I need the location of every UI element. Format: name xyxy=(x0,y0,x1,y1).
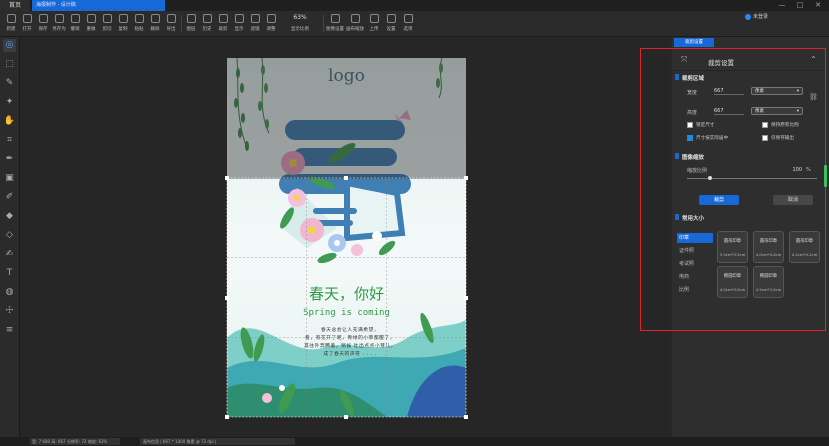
crop-handle-top-right[interactable] xyxy=(464,176,468,180)
crop-handle-left[interactable] xyxy=(225,296,229,300)
crop-frame[interactable] xyxy=(225,176,469,420)
canvas-icon xyxy=(350,14,360,23)
toolbar-separator xyxy=(181,15,182,32)
toolbar-layers-button[interactable]: 图层 xyxy=(184,13,198,32)
layers-icon xyxy=(186,14,196,23)
image-icon xyxy=(330,14,340,23)
eyedropper-tool-icon[interactable]: ✒ xyxy=(3,153,16,166)
toolbar-save-button[interactable]: 保存 xyxy=(36,13,50,32)
toolbar-separator xyxy=(323,15,324,32)
undo-icon xyxy=(70,14,80,23)
crop-outside-shade xyxy=(227,58,466,179)
status-bar: 宽: 7 680 高: 667 分辨率: 72 缩放: 63% 画布信息 | 6… xyxy=(0,437,829,446)
history-icon xyxy=(202,14,212,23)
toolbar-redo-button[interactable]: 重做 xyxy=(84,13,98,32)
paste-icon xyxy=(134,14,144,23)
avatar xyxy=(745,13,751,20)
crop-handle-bottom-right[interactable] xyxy=(464,415,468,419)
shape-tool-icon[interactable]: ◇ xyxy=(3,229,16,242)
zoom-value: 63% xyxy=(293,14,307,21)
crop-handle-right[interactable] xyxy=(464,296,468,300)
export-icon xyxy=(166,14,176,23)
toolbar-history-button[interactable]: 历史 xyxy=(200,13,214,32)
display-icon xyxy=(234,14,244,23)
eraser-tool-icon[interactable]: ◆ xyxy=(3,210,16,223)
save-icon xyxy=(38,14,48,23)
crop-handle-top-left[interactable] xyxy=(225,176,229,180)
toolbar-copy-button[interactable]: 复制 xyxy=(116,13,130,32)
crop-tool-icon[interactable]: ⌗ xyxy=(3,134,16,147)
toolbar-save-as-button[interactable]: 另存为 xyxy=(52,13,66,32)
user-name: 未登录 xyxy=(753,14,769,20)
magic-wand-tool-icon[interactable]: ✦ xyxy=(3,96,16,109)
toolbar-undo-button[interactable]: 撤销 xyxy=(68,13,82,32)
trash-icon xyxy=(150,14,160,23)
crop-settings-tab[interactable]: 裁剪设置 xyxy=(674,38,714,47)
crop-handle-bottom-left[interactable] xyxy=(225,415,229,419)
title-bar: 首页 海报制作 · 设计稿 — □ ✕ xyxy=(0,0,829,11)
pen-tool-icon[interactable]: ✍ xyxy=(3,248,16,261)
folder-icon xyxy=(22,14,32,23)
new-file-icon xyxy=(6,14,16,23)
marquee-tool-icon[interactable]: ⬚ xyxy=(3,58,16,71)
crop-handle-bottom[interactable] xyxy=(344,415,348,419)
tool-strip: ◎ ⬚ ✎ ✦ ✋ ⌗ ✒ ▣ ✐ ◆ ◇ ✍ T ◍ ☩ ≡ xyxy=(0,37,20,437)
toolbar-canvas-size-button[interactable]: 画布缩放 xyxy=(346,13,364,32)
toolbar-cut-button[interactable]: 剪切 xyxy=(100,13,114,32)
home-tab[interactable]: 首页 xyxy=(0,0,30,11)
zoom-label: 显示比例 xyxy=(291,27,309,32)
main-toolbar: 新建 打开 保存 另存为 撤销 重做 剪切 复制 粘贴 删除 导出 图层 历史 … xyxy=(0,11,829,37)
toolbar-adjust-button[interactable]: 调整 xyxy=(264,13,278,32)
paint-bucket-tool-icon[interactable]: ◍ xyxy=(3,286,16,299)
layers-tool-icon[interactable]: ≡ xyxy=(3,324,16,337)
brush-tool-icon[interactable]: ✐ xyxy=(3,191,16,204)
crop-handle-top[interactable] xyxy=(344,176,348,180)
panel-scrollbar[interactable] xyxy=(824,165,827,187)
user-account[interactable]: 未登录 xyxy=(745,13,768,20)
redo-icon xyxy=(86,14,96,23)
lasso-tool-icon[interactable]: ✎ xyxy=(3,77,16,90)
scissors-icon xyxy=(102,14,112,23)
text-tool-icon[interactable]: T xyxy=(3,267,16,280)
toolbar-crop-button[interactable]: 裁剪 xyxy=(216,13,230,32)
toolbar-image-settings-button[interactable]: 图像设置 xyxy=(326,13,344,32)
crop-settings-highlight xyxy=(640,48,826,331)
toolbar-paste-button[interactable]: 粘贴 xyxy=(132,13,146,32)
zoom-control[interactable]: 63% 显示比例 xyxy=(280,14,320,32)
image-tool-icon[interactable]: ▣ xyxy=(3,172,16,185)
close-button[interactable]: ✕ xyxy=(814,2,822,9)
toolbar-upload-button[interactable]: 上传 xyxy=(367,13,381,32)
toolbar-display-button[interactable]: 显示 xyxy=(232,13,246,32)
gear-icon xyxy=(386,14,396,23)
toolbar-settings-button[interactable]: 设置 xyxy=(384,13,398,32)
maximize-button[interactable]: □ xyxy=(796,2,804,9)
select-tool-icon[interactable]: ◎ xyxy=(3,39,16,52)
adjust-icon xyxy=(266,14,276,23)
toolbar-options-button[interactable]: 选项 xyxy=(401,13,415,32)
toolbar-open-button[interactable]: 打开 xyxy=(20,13,34,32)
status-left-text: 宽: 7 680 高: 667 分辨率: 72 缩放: 63% xyxy=(32,439,108,444)
document-tab[interactable]: 海报制作 · 设计稿 xyxy=(32,0,165,11)
status-canvas-text: 画布信息 | 667 * 1000 像素 @ 72 dpi | xyxy=(143,439,217,444)
minimize-button[interactable]: — xyxy=(778,2,786,9)
toolbar-export-button[interactable]: 导出 xyxy=(164,13,178,32)
toolbar-delete-button[interactable]: 删除 xyxy=(148,13,162,32)
toolbar-filter-button[interactable]: 滤镜 xyxy=(248,13,262,32)
filter-icon xyxy=(250,14,260,23)
pan-tool-icon[interactable]: ☩ xyxy=(3,305,16,318)
options-icon xyxy=(403,14,413,23)
save-as-icon xyxy=(54,14,64,23)
copy-icon xyxy=(118,14,128,23)
toolbar-new-button[interactable]: 新建 xyxy=(4,13,18,32)
upload-icon xyxy=(369,14,379,23)
hand-tool-icon[interactable]: ✋ xyxy=(3,115,16,128)
crop-icon xyxy=(218,14,228,23)
